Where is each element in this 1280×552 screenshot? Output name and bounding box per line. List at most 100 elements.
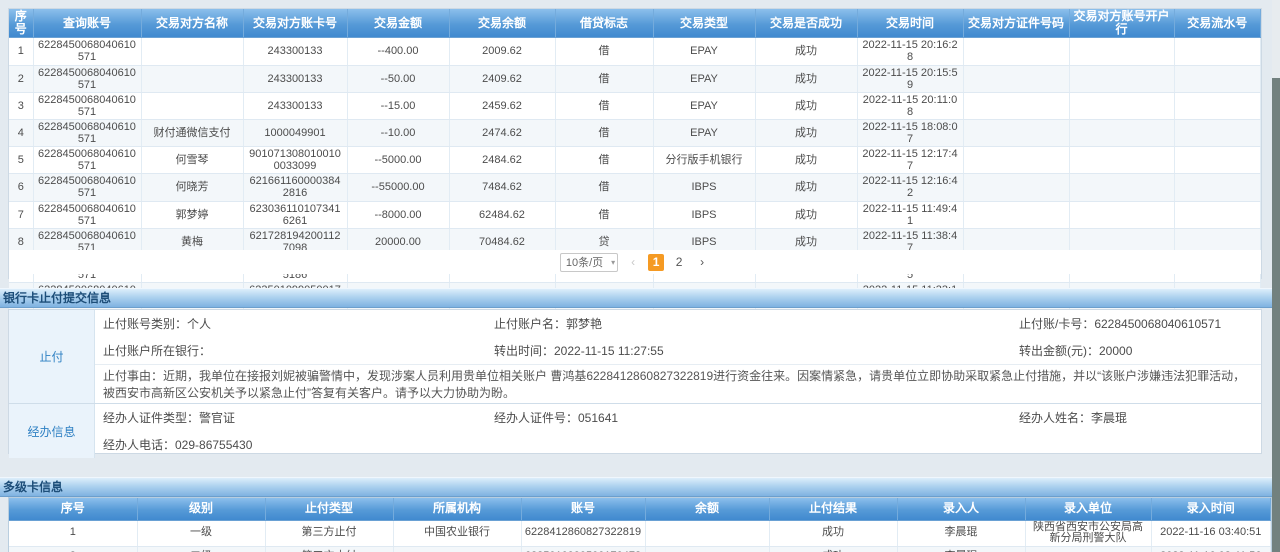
cell-seq: 2 [9, 546, 137, 552]
cell-counterparty-card: 6230361101073416261 [243, 201, 347, 228]
cell-entry-time: 2022-11-16 08:41:56 [1151, 546, 1271, 552]
field-transfer-amount: 转出金额(元)：20000 [1011, 342, 1261, 359]
cell-debit-credit-flag: 借 [555, 201, 653, 228]
cell-balance: 2484.62 [449, 147, 555, 174]
cell-result: 成功 [769, 546, 897, 552]
cell-balance: 62484.62 [449, 201, 555, 228]
transaction-row: 7 6228450068040610571 郭梦婷 62303611010734… [9, 201, 1261, 228]
cell-debit-credit-flag: 借 [555, 119, 653, 146]
transactions-panel: 序号 查询账号 交易对方名称 交易对方账卡号 交易金额 交易余额 借贷标志 交易… [8, 8, 1262, 279]
group-label-stop-payment: 止付 [9, 310, 95, 403]
column-header-counterparty-id: 交易对方证件号码 [963, 9, 1069, 38]
operator-info-fields: 经办人证件类型：警官证 经办人证件号：051641 经办人姓名：李晨琨 经办人电… [95, 404, 1261, 458]
cell-success: 成功 [755, 201, 857, 228]
cell-txn-type: EPAY [653, 92, 755, 119]
cell-txn-time: 2022-11-15 12:16:42 [857, 174, 963, 201]
column-header-debit-credit-flag: 借贷标志 [555, 9, 653, 38]
cell-counterparty-card: 243300133 [243, 65, 347, 92]
cell-org [393, 546, 521, 552]
cell-counterparty-bank [1069, 147, 1174, 174]
column-header-txn-type: 交易类型 [653, 9, 755, 38]
group-label-operator-info: 经办信息 [9, 404, 95, 458]
cell-counterparty-name [141, 65, 243, 92]
column-header-serial: 交易流水号 [1174, 9, 1261, 38]
cell-balance [645, 520, 769, 546]
field-transfer-time: 转出时间：2022-11-15 11:27:55 [486, 342, 1011, 359]
transaction-row: 5 6228450068040610571 何雪琴 90107130801001… [9, 147, 1261, 174]
field-row: 止付账户所在银行： 转出时间：2022-11-15 11:27:55 转出金额(… [95, 337, 1261, 364]
cell-counterparty-name: 何晓芳 [141, 174, 243, 201]
cell-balance: 7484.62 [449, 174, 555, 201]
multi-card-section-title: 多级卡信息 [0, 477, 1272, 497]
column-header-level: 级别 [137, 498, 265, 520]
cell-counterparty-id [963, 201, 1069, 228]
cell-query-account: 6228450068040610571 [33, 201, 141, 228]
cell-counterparty-card: 243300133 [243, 38, 347, 65]
cell-amount: --50.00 [347, 65, 449, 92]
cell-query-account: 6228450068040610571 [33, 174, 141, 201]
cell-query-account: 6228450068040610571 [33, 92, 141, 119]
cell-query-account: 6228450068040610571 [33, 147, 141, 174]
cell-seq: 2 [9, 65, 33, 92]
cell-result: 成功 [769, 520, 897, 546]
cell-counterparty-id [963, 65, 1069, 92]
cell-counterparty-bank [1069, 119, 1174, 146]
page-button-2[interactable]: 2 [671, 254, 687, 271]
chevron-down-icon: ▾ [611, 258, 615, 267]
field-operator-phone: 经办人电话：029-86755430 [95, 436, 486, 453]
cell-serial [1174, 147, 1261, 174]
field-row: 止付账号类别：个人 止付账户名：郭梦艳 止付账/卡号：6228450068040… [95, 310, 1261, 337]
scrollbar-thumb[interactable] [1272, 78, 1280, 552]
cell-counterparty-id [963, 147, 1069, 174]
cell-debit-credit-flag: 借 [555, 174, 653, 201]
column-header-counterparty-card: 交易对方账卡号 [243, 9, 347, 38]
cell-counterparty-name: 何雪琴 [141, 147, 243, 174]
cell-counterparty-card: 243300133 [243, 92, 347, 119]
cell-counterparty-id [963, 174, 1069, 201]
prev-page-button[interactable]: ‹ [625, 254, 641, 271]
column-header-balance: 余额 [645, 498, 769, 520]
cell-txn-time: 2022-11-15 20:15:59 [857, 65, 963, 92]
pagination: 10条/页 ▾ ‹ 1 2 › [9, 250, 1261, 274]
cell-amount: --5000.00 [347, 147, 449, 174]
stop-payment-panel: 止付 止付账号类别：个人 止付账户名：郭梦艳 止付账/卡号：6228450068… [8, 309, 1262, 454]
cell-seq: 1 [9, 520, 137, 546]
cell-level: 二级 [137, 546, 265, 552]
cell-txn-time: 2022-11-15 18:08:07 [857, 119, 963, 146]
cell-stop-type: 第三方止付 [265, 520, 393, 546]
cell-success: 成功 [755, 147, 857, 174]
page-button-1[interactable]: 1 [648, 254, 664, 271]
cell-account: 6235010990500170473 [521, 546, 645, 552]
cell-seq: 7 [9, 201, 33, 228]
column-header-entry-time: 录入时间 [1151, 498, 1271, 520]
multi-card-table-body: 1 一级 第三方止付 中国农业银行 6228412860827322819 成功… [9, 520, 1271, 552]
cell-serial [1174, 65, 1261, 92]
multi-card-panel: 序号 级别 止付类型 所属机构 账号 余额 止付结果 录入人 录入单位 录入时间… [8, 497, 1272, 552]
cell-seq: 6 [9, 174, 33, 201]
column-header-balance: 交易余额 [449, 9, 555, 38]
transaction-row: 6 6228450068040610571 何晓芳 62166116000038… [9, 174, 1261, 201]
cell-txn-type: EPAY [653, 38, 755, 65]
cell-seq: 5 [9, 147, 33, 174]
cell-success: 成功 [755, 174, 857, 201]
cell-balance: 2009.62 [449, 38, 555, 65]
column-header-query-account: 查询账号 [33, 9, 141, 38]
multi-card-row: 2 二级 第三方止付 6235010990500170473 成功 李晨琨 20… [9, 546, 1271, 552]
column-header-unit: 录入单位 [1025, 498, 1151, 520]
page-size-select[interactable]: 10条/页 ▾ [560, 253, 618, 272]
cell-counterparty-id [963, 119, 1069, 146]
vertical-scrollbar[interactable] [1272, 0, 1280, 552]
cell-counterparty-name: 财付通微信支付 [141, 119, 243, 146]
cell-seq: 4 [9, 119, 33, 146]
cell-serial [1174, 174, 1261, 201]
cell-query-account: 6228450068040610571 [33, 119, 141, 146]
cell-counterparty-id [963, 92, 1069, 119]
cell-counterparty-card: 6216611600003842816 [243, 174, 347, 201]
next-page-button[interactable]: › [694, 254, 710, 271]
cell-query-account: 6228450068040610571 [33, 65, 141, 92]
cell-txn-type: EPAY [653, 65, 755, 92]
cell-seq: 1 [9, 38, 33, 65]
cell-debit-credit-flag: 借 [555, 38, 653, 65]
field-row: 经办人电话：029-86755430 [95, 431, 1261, 458]
cell-txn-type: IBPS [653, 201, 755, 228]
